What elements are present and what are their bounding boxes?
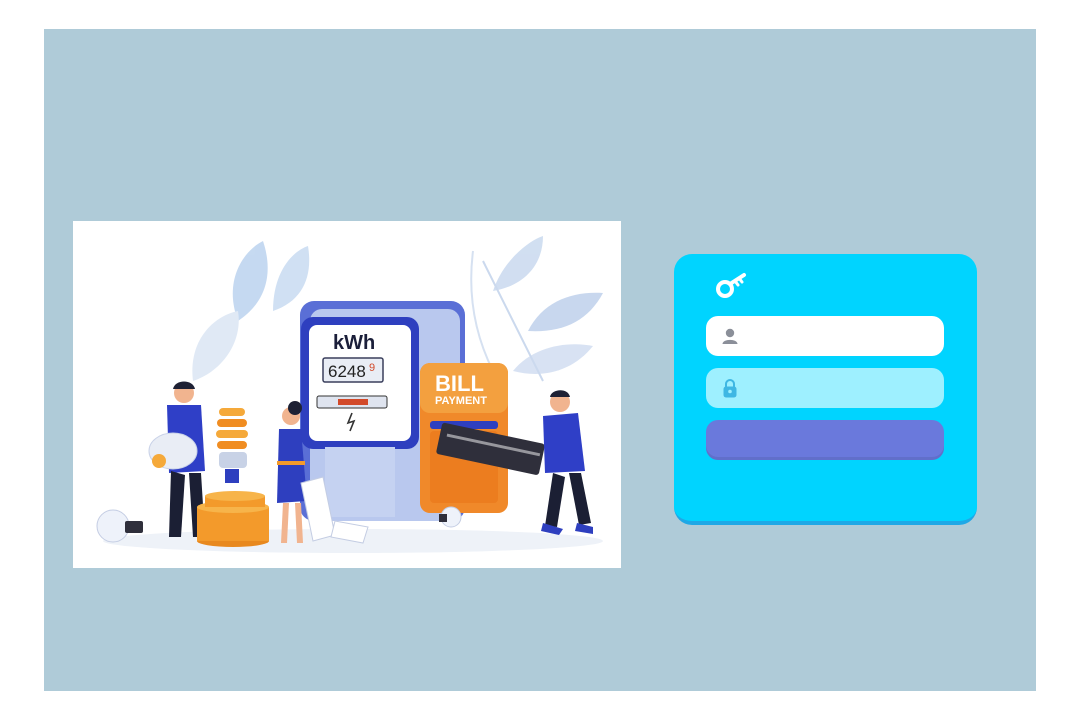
- energy-bill-illustration: kWh 6248 9 BILL PAYMENT: [73, 221, 621, 568]
- bill-title: BILL: [435, 371, 484, 396]
- bill-subtitle: PAYMENT: [435, 395, 487, 407]
- meter-reading: 6248: [328, 362, 366, 381]
- password-input[interactable]: [740, 368, 944, 408]
- login-button[interactable]: [706, 420, 944, 460]
- username-input[interactable]: [740, 316, 944, 356]
- meter-digit-small: 9: [369, 362, 375, 374]
- username-field[interactable]: [706, 316, 944, 356]
- lock-icon: [720, 377, 740, 399]
- password-field[interactable]: [706, 368, 944, 408]
- key-icon: [716, 273, 746, 298]
- meter-unit: kWh: [333, 332, 375, 354]
- login-card: [674, 254, 977, 525]
- user-icon: [720, 325, 740, 347]
